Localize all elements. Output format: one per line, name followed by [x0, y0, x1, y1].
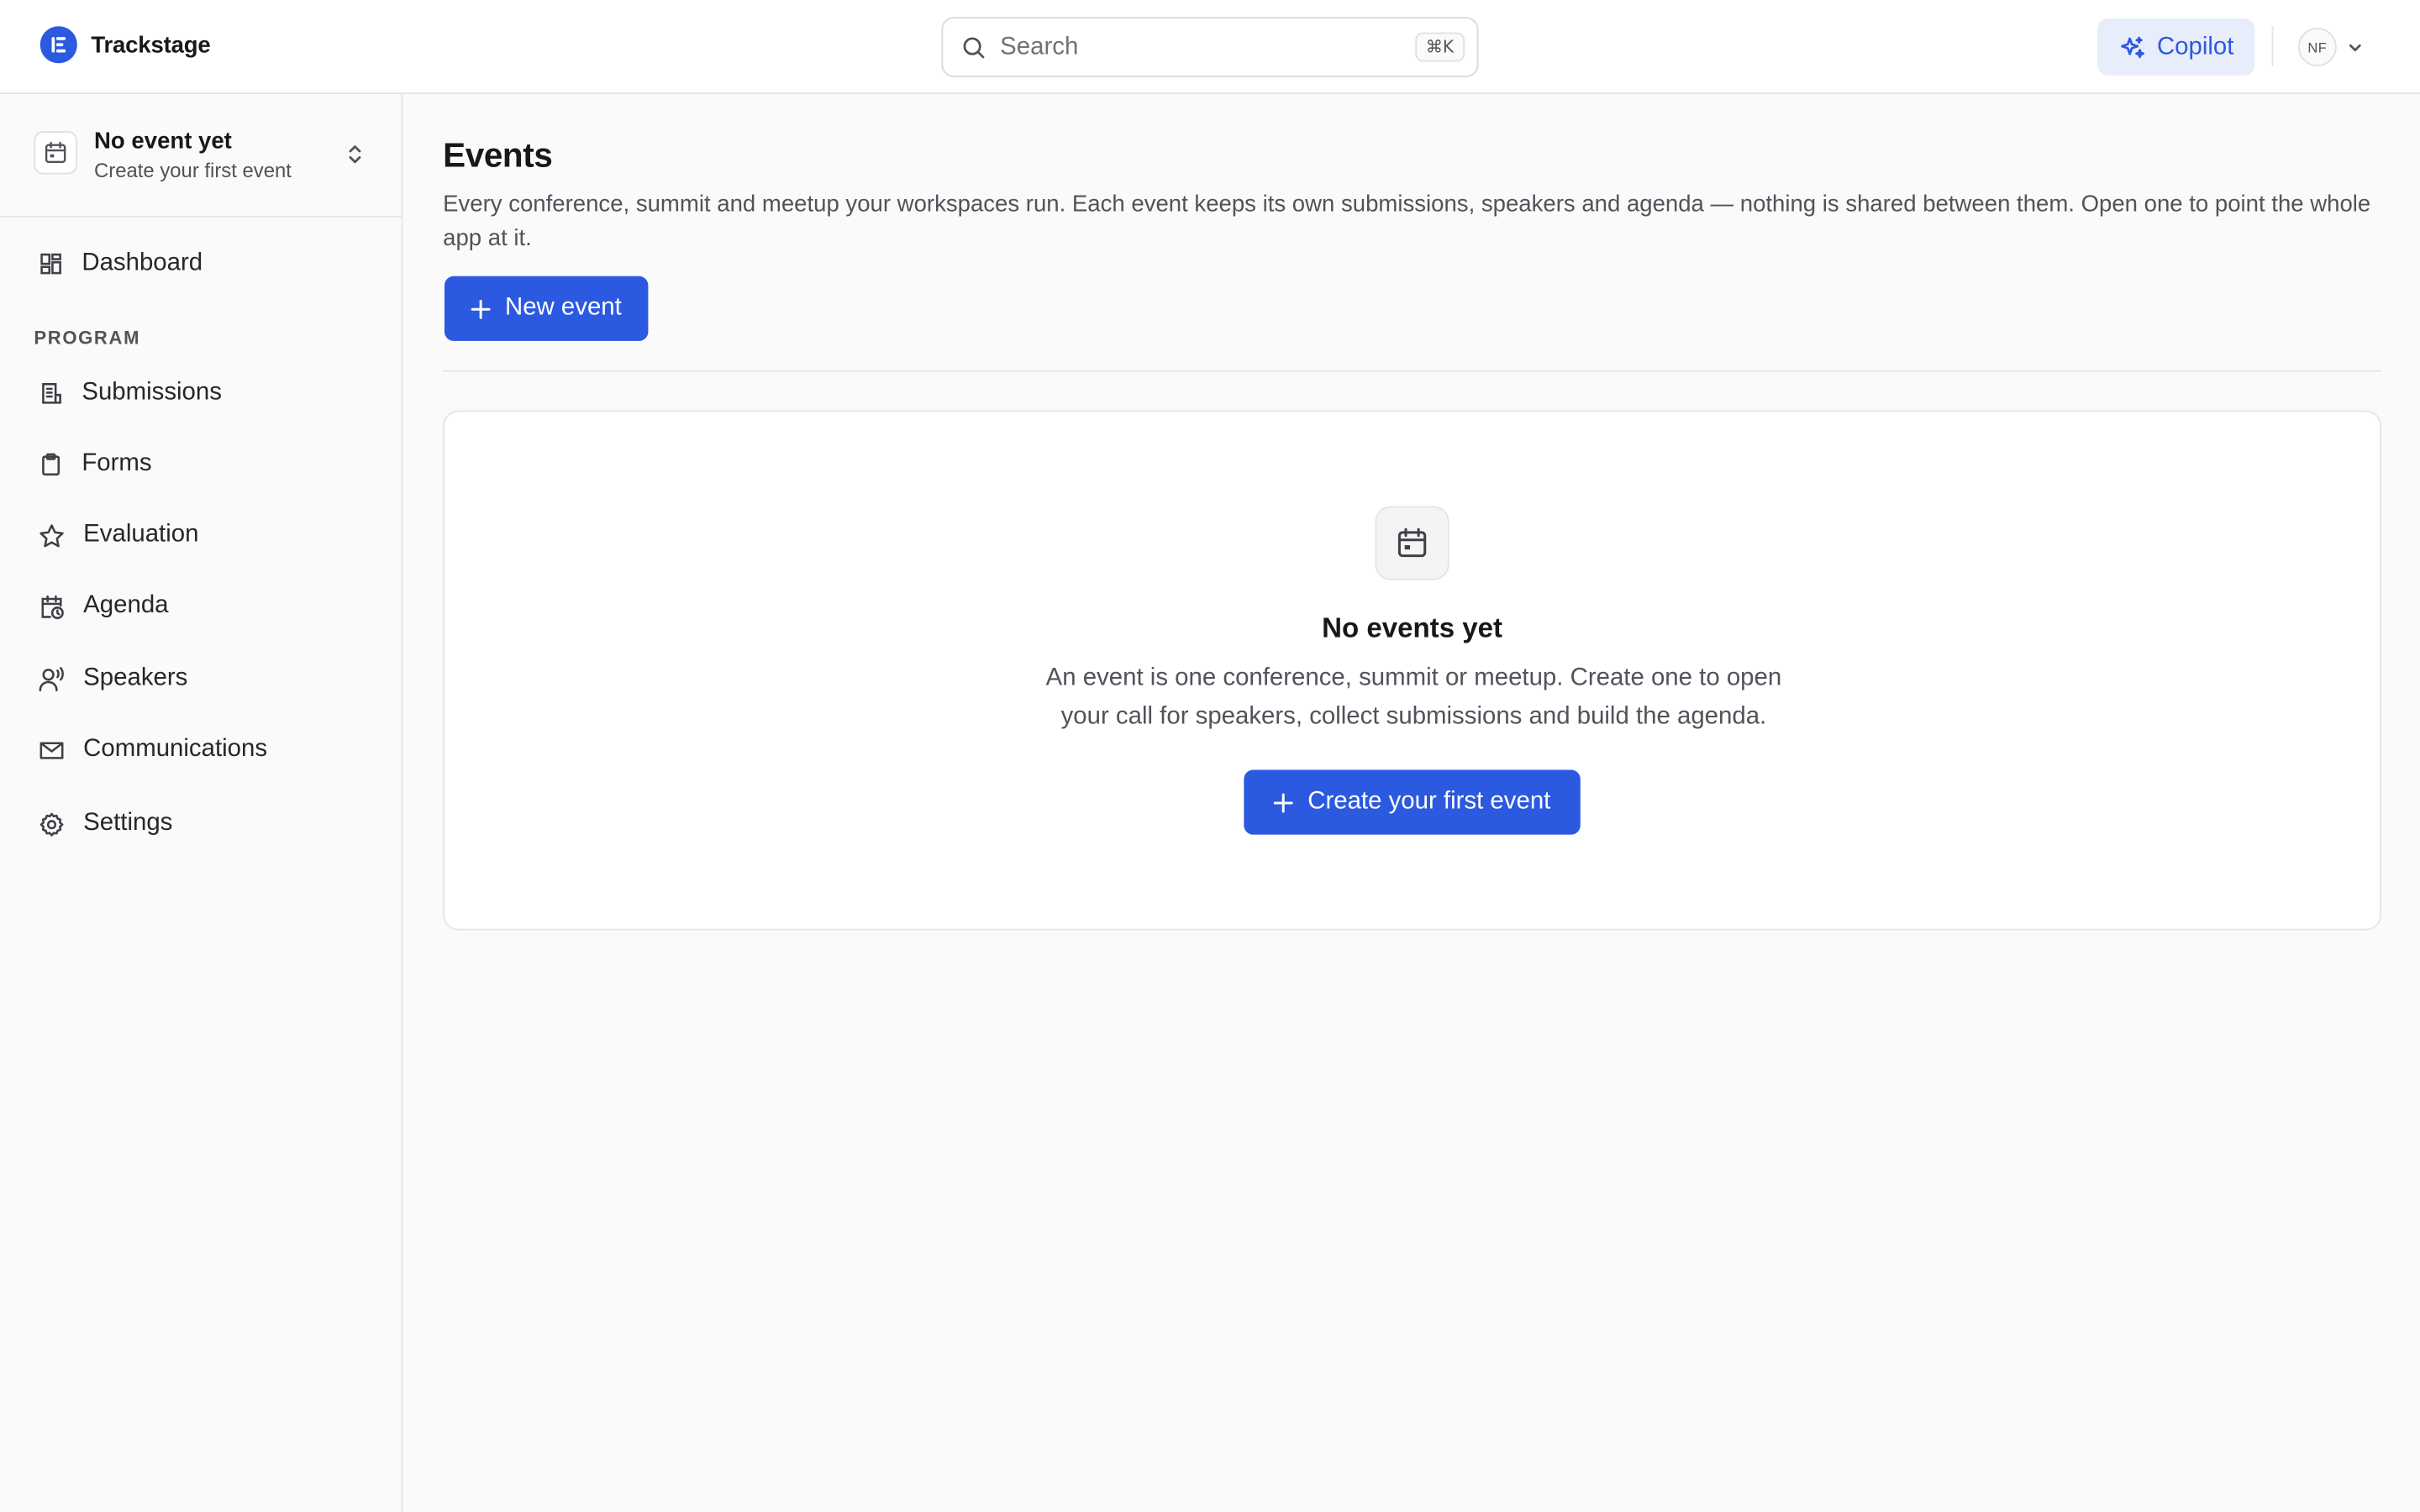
sidebar-section-program: PROGRAM: [34, 327, 141, 349]
sidebar-item-speakers[interactable]: Speakers: [22, 651, 380, 706]
sidebar-item-label: Dashboard: [82, 249, 203, 276]
calendar-icon: [1375, 506, 1449, 580]
sidebar-item-label: Submissions: [82, 379, 222, 407]
user-menu[interactable]: NF: [2297, 28, 2365, 66]
chevron-down-icon: [2349, 43, 2361, 51]
top-bar: Trackstage ⌘K Copilot NF: [0, 0, 2420, 95]
clipboard-icon: [42, 453, 60, 476]
plus-icon: [1274, 792, 1294, 812]
calendar-clock-icon: [41, 594, 64, 619]
sidebar-item-evaluation[interactable]: Evaluation: [22, 507, 380, 563]
event-switcher[interactable]: No event yet Create your first event: [0, 94, 402, 218]
sparkles-icon: [2120, 35, 2144, 58]
empty-state-card: No events yet An event is one conference…: [443, 410, 2382, 931]
brand[interactable]: Trackstage: [39, 26, 211, 64]
sidebar-item-label: Speakers: [83, 664, 188, 691]
search-icon: [963, 36, 985, 58]
sidebar-item-submissions[interactable]: Submissions: [22, 365, 380, 421]
star-icon: [39, 523, 64, 547]
calendar-icon: [34, 131, 77, 175]
dashboard-icon: [40, 253, 61, 275]
plus-icon: [471, 298, 491, 318]
event-switcher-title: No event yet: [94, 128, 232, 155]
sidebar-item-communications[interactable]: Communications: [22, 722, 380, 778]
brand-logo-icon: [39, 26, 77, 64]
chevron-up-down-icon: [349, 145, 361, 164]
app-root: Trackstage ⌘K Copilot NF: [0, 0, 2420, 1512]
speaker-icon: [39, 666, 64, 691]
sidebar-item-label: Forms: [82, 450, 152, 477]
sidebar-item-dashboard[interactable]: Dashboard: [22, 236, 380, 291]
create-first-event-label: Create your first event: [1307, 788, 1551, 815]
create-first-event-button[interactable]: Create your first event: [1244, 769, 1581, 835]
content-divider: [443, 370, 2382, 372]
new-event-label: New event: [504, 294, 622, 322]
copilot-button[interactable]: Copilot: [2097, 18, 2255, 76]
mail-icon: [39, 741, 64, 759]
sidebar-item-settings[interactable]: Settings: [22, 796, 380, 852]
page-description: Every conference, summit and meetup your…: [443, 191, 2371, 252]
new-event-button[interactable]: New event: [444, 276, 649, 341]
page-title: Events: [443, 135, 553, 175]
sidebar-item-label: Agenda: [83, 592, 169, 619]
search-shortcut-badge: ⌘K: [1414, 32, 1465, 62]
sidebar-item-agenda[interactable]: Agenda: [22, 579, 380, 634]
sidebar: No event yet Create your first event Das…: [0, 94, 403, 1512]
sidebar-item-label: Communications: [83, 736, 268, 763]
sidebar-item-label: Settings: [83, 810, 173, 837]
event-switcher-subtitle: Create your first event: [94, 159, 292, 182]
empty-state-description: An event is one conference, summit or me…: [1045, 664, 1782, 730]
copilot-label: Copilot: [2156, 33, 2234, 60]
gear-icon: [39, 811, 64, 836]
header-divider: [2271, 26, 2274, 66]
empty-state-title: No events yet: [1322, 612, 1503, 643]
sidebar-item-label: Evaluation: [83, 521, 199, 549]
sidebar-item-forms[interactable]: Forms: [22, 437, 380, 492]
search-box[interactable]: ⌘K: [941, 17, 1479, 77]
avatar: NF: [2297, 28, 2337, 66]
submissions-icon: [42, 383, 61, 404]
brand-name: Trackstage: [91, 31, 211, 58]
search-input[interactable]: [1000, 33, 1415, 61]
